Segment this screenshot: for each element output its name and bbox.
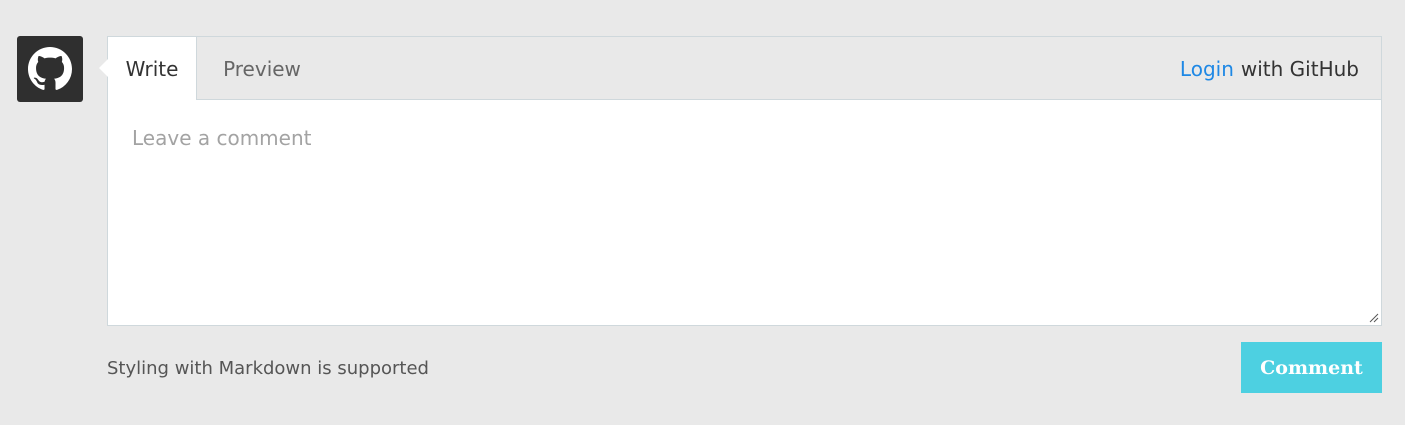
comment-box-header: Write Preview Login with GitHub	[108, 37, 1381, 100]
tab-preview-label: Preview	[223, 56, 301, 81]
comment-widget: Write Preview Login with GitHub Styling …	[0, 0, 1405, 425]
tab-write[interactable]: Write	[108, 37, 197, 100]
markdown-hint: Styling with Markdown is supported	[107, 358, 429, 379]
login-prompt: Login with GitHub	[1180, 37, 1359, 100]
tab-preview[interactable]: Preview	[197, 37, 327, 100]
comment-input[interactable]	[108, 100, 1381, 325]
login-link[interactable]: Login	[1180, 57, 1234, 81]
resize-grip-icon[interactable]	[1369, 313, 1379, 323]
comment-button[interactable]: Comment	[1241, 342, 1382, 393]
login-suffix: with GitHub	[1240, 56, 1359, 81]
avatar	[17, 36, 83, 102]
tab-write-label: Write	[125, 56, 179, 81]
github-icon	[28, 47, 72, 91]
comment-box: Write Preview Login with GitHub	[99, 36, 1382, 326]
